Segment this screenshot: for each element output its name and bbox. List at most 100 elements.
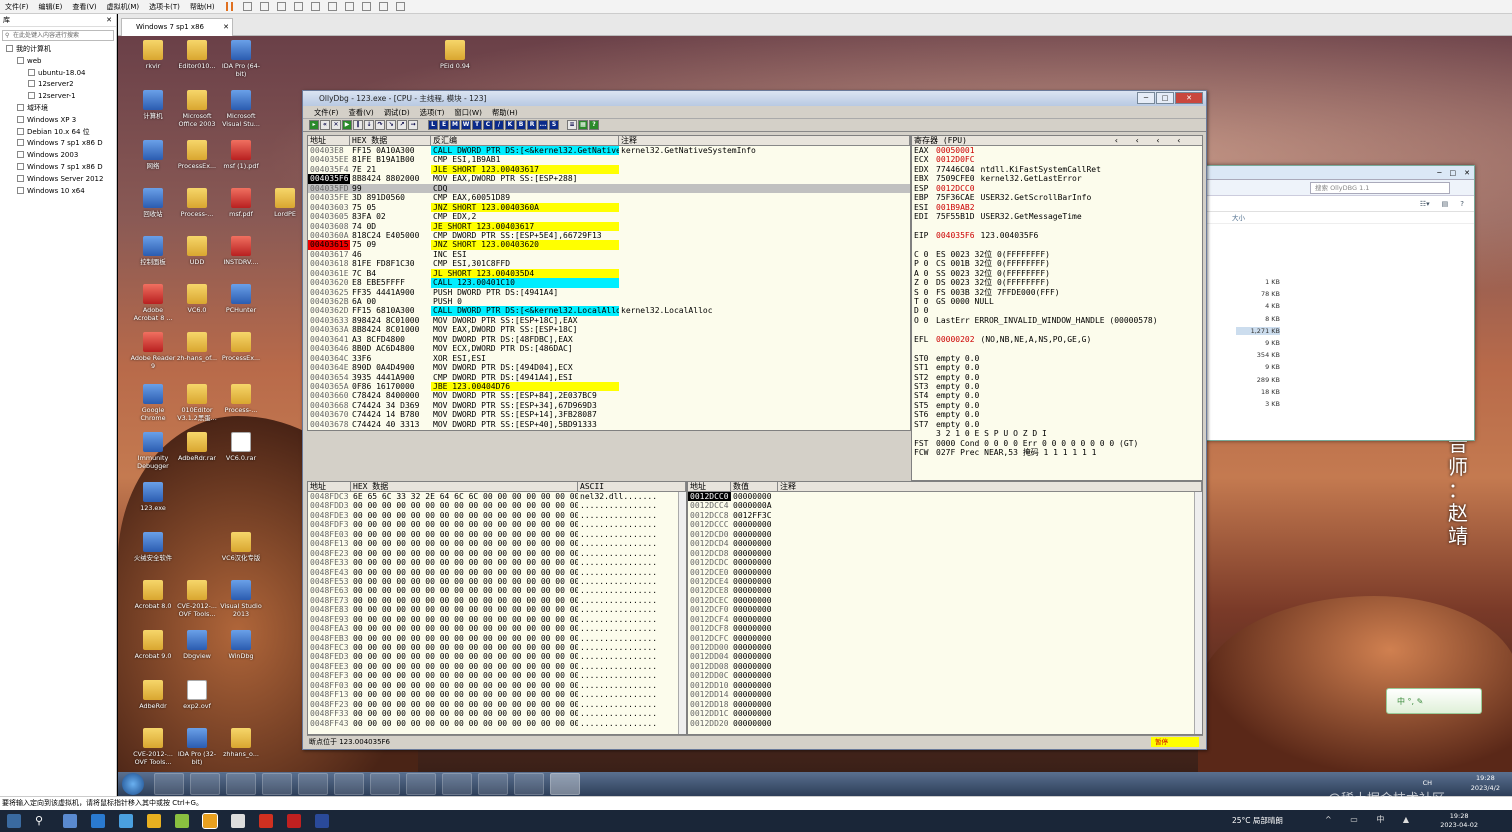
col-hex[interactable]: HEX 数据 [351,482,578,491]
disasm-row[interactable]: 004035FE 3D 891D0560 CMP EAX,60051D89 [308,193,910,202]
dump-row[interactable]: 0048FE83 00 00 00 00 00 00 00 00 00 00 00… [308,605,686,614]
explorer-window[interactable]: ─ □ ✕ 搜索 OllyDBG 1.1 ☷▾ ▤? 大小 1 KB 78 KB 4 KB… [1205,165,1475,441]
menu-view[interactable]: 查看(V) [343,106,378,118]
stack-row[interactable]: 0012DCC8 0012FF3C [688,511,1202,520]
windows-start-icon[interactable] [7,814,21,828]
disasm-row[interactable]: 00403678 C74424 40 3313 MOV DWORD PTR SS:[… [308,420,910,429]
stack-row[interactable]: 0012DD1C 00000000 [688,709,1202,718]
minimize-icon[interactable]: ─ [1437,169,1441,177]
fullscreen-icon[interactable] [344,2,354,11]
desktop-icon[interactable]: zh-hans_of... [174,332,220,362]
menu-file[interactable]: 文件(F) [309,106,343,118]
disasm-row[interactable]: 004035F4 7E 21 JLE SHORT 123.00403617 [308,164,910,175]
dump-row[interactable]: 0048FDD3 00 00 00 00 00 00 00 00 00 00 00… [308,501,686,510]
menu-options[interactable]: 选项(T) [415,106,450,118]
view-icon[interactable]: ☷▾ [1420,200,1430,208]
desktop-icon[interactable]: Process-... [218,384,264,414]
desktop-icon[interactable]: 控制面板 [130,236,176,266]
desktop-icon[interactable]: 火绒安全软件 [130,532,176,562]
menu-help[interactable]: 帮助(H) [487,106,523,118]
register-row[interactable]: FCW 027F Prec NEAR,53 掩码 1 1 1 1 1 1 [912,448,1202,457]
dump-row[interactable]: 0048FE03 00 00 00 00 00 00 00 00 00 00 00… [308,530,686,539]
taskbar-media[interactable] [226,773,256,795]
desktop-icon[interactable]: msf (1).pdf [218,140,264,170]
ollydbg-titlebar[interactable]: OllyDbg - 123.exe - [CPU - 主线程, 模块 - 123… [303,91,1206,106]
tree-item[interactable]: Windows XP 3 [0,115,116,127]
stack-row[interactable]: 0012DCDC 00000000 [688,558,1202,567]
menu-edit[interactable]: 编辑(E) [34,2,68,12]
stack-row[interactable]: 0012DD18 00000000 [688,700,1202,709]
tree-item[interactable]: 12server2 [0,79,116,91]
taskbar-word[interactable] [442,773,472,795]
col-value[interactable]: 数值 [731,482,778,491]
mail-icon[interactable] [91,814,105,828]
dump-row[interactable]: 0048FE73 00 00 00 00 00 00 00 00 00 00 00… [308,596,686,605]
disasm-row[interactable]: 004035FD 99 CDQ [308,183,910,194]
disasm-row[interactable]: 004035F6 8B8424 8802000 MOV EAX,DWORD PTR … [308,174,910,184]
menu-view[interactable]: 查看(V) [67,2,101,12]
app-icon[interactable] [231,814,245,828]
dump-pane[interactable]: 地址 HEX 数据 ASCII 0048FDC3 6E 65 6C 33 32 2… [307,481,687,735]
stack-row[interactable]: 0012DCC0 00000000 [688,492,1202,502]
stack-row[interactable]: 0012DCF4 00000000 [688,615,1202,624]
stack-row[interactable]: 0012DD14 00000000 [688,690,1202,699]
col-comment[interactable]: 注释 [778,482,1202,491]
step-over-icon[interactable]: ↷ [375,120,385,130]
desktop-icon[interactable]: Google Chrome [130,384,176,422]
register-row[interactable]: D 0 [912,306,1202,315]
pause-icon[interactable] [225,2,233,11]
tool-references[interactable]: R [527,120,537,130]
snapshot-icon[interactable] [259,2,269,11]
tool-source[interactable]: S [549,120,559,130]
tool-executables[interactable]: E [439,120,449,130]
stack-row[interactable]: 0012DD00 00000000 [688,643,1202,652]
ime-toolbar[interactable]: 中 °, ✎ [1386,688,1482,714]
disasm-row[interactable]: 0040363A 8B8424 8C01000 MOV EAX,DWORD PTR … [308,325,910,334]
register-row[interactable]: S 0 FS 003B 32位 7FFDE000(FFF) [912,288,1202,297]
tree-item[interactable]: Windows 2003 [0,150,116,162]
register-row[interactable]: ST1 empty 0.0 [912,363,1202,372]
desktop-icon[interactable]: PEid 0.94 [432,40,478,70]
desktop-icon[interactable]: Editor010... [174,40,220,70]
trace-into-icon[interactable]: ↘ [386,120,396,130]
desktop-icon[interactable]: UDD [174,236,220,266]
menu-vm[interactable]: 虚拟机(M) [102,2,145,12]
tree-item[interactable]: 域环境 [0,103,116,115]
taskbar-chrome[interactable] [262,773,292,795]
desktop-icon[interactable]: Dbgview [174,630,220,660]
stack-row[interactable]: 0012DCD4 00000000 [688,539,1202,548]
register-row[interactable]: ST5 empty 0.0 [912,401,1202,410]
col-disasm[interactable]: 反汇编 [431,136,619,145]
scroll-arrows-icon[interactable]: ‹‹‹‹ [1112,136,1202,145]
col-address[interactable]: 地址 [688,482,731,491]
desktop-icon[interactable]: WinDbg [218,630,264,660]
dump-row[interactable]: 0048FE93 00 00 00 00 00 00 00 00 00 00 00… [308,615,686,624]
register-row[interactable]: ST0 empty 0.0 [912,354,1202,363]
register-row[interactable]: EAX 00050001 [912,146,1202,155]
tool-callstack[interactable]: K [505,120,515,130]
run-icon[interactable]: ▶ [342,120,352,130]
close-button[interactable]: ✕ [1175,92,1203,104]
dump-row[interactable]: 0048FED3 00 00 00 00 00 00 00 00 00 00 00… [308,652,686,661]
chrome-icon[interactable] [147,814,161,828]
disasm-row[interactable]: 00403625 FF35 4441A900 PUSH DWORD PTR DS:[… [308,288,910,297]
dump-row[interactable]: 0048FEA3 00 00 00 00 00 00 00 00 00 00 00… [308,624,686,633]
step-into-icon[interactable]: ↓ [364,120,374,130]
desktop-icon[interactable]: CVE-2012-... OVF Tools... [174,580,220,618]
register-row[interactable]: ST3 empty 0.0 [912,382,1202,391]
stack-row[interactable]: 0012DCCC 00000000 [688,520,1202,529]
stack-row[interactable]: 0012DCEC 00000000 [688,596,1202,605]
app-icon[interactable] [119,814,133,828]
tree-item[interactable]: Windows Server 2012 [0,174,116,186]
guest-clock[interactable]: 19:28 2023/4/2 [1471,773,1500,793]
register-row[interactable]: C 0 ES 0023 32位 0(FFFFFFFF) [912,250,1202,259]
register-row[interactable]: O 0 LastErr ERROR_INVALID_WINDOW_HANDLE (… [912,316,1202,325]
disasm-row[interactable]: 0040360A 818C24 E405000 CMP DWORD PTR SS:[… [308,231,910,240]
dump-row[interactable]: 0048FEC3 00 00 00 00 00 00 00 00 00 00 00… [308,643,686,652]
close-icon[interactable]: ✕ [223,19,229,36]
disasm-row[interactable]: 00403641 A3 8CFD4800 MOV DWORD PTR DS:[48F… [308,335,910,344]
register-row[interactable]: ST6 empty 0.0 [912,410,1202,419]
host-clock[interactable]: 19:28 2023-04-02 [1440,812,1478,830]
desktop-icon[interactable]: exp2.ovf [174,680,220,710]
unity-icon[interactable] [361,2,371,11]
